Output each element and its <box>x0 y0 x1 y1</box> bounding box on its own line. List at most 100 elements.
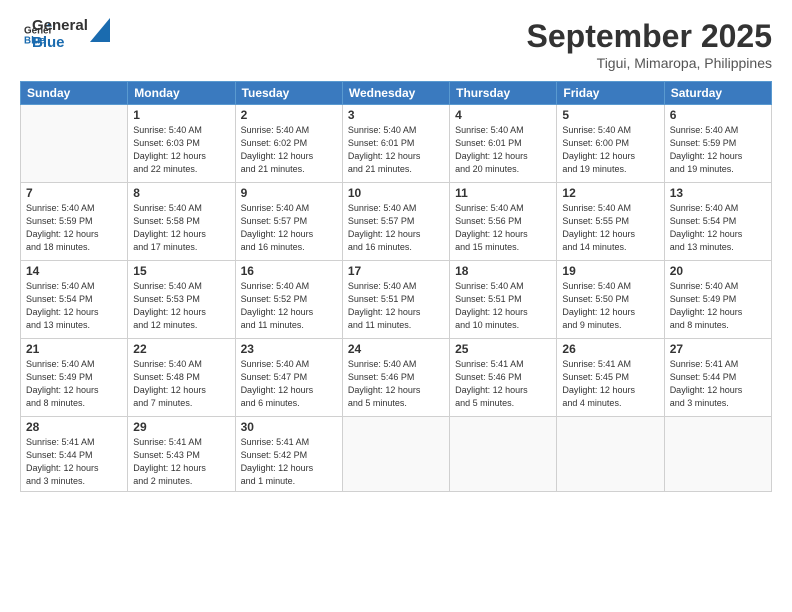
day-info: Sunrise: 5:40 AM Sunset: 5:51 PM Dayligh… <box>455 280 551 332</box>
day-number: 28 <box>26 420 122 434</box>
day-info: Sunrise: 5:40 AM Sunset: 5:56 PM Dayligh… <box>455 202 551 254</box>
calendar-cell: 8Sunrise: 5:40 AM Sunset: 5:58 PM Daylig… <box>128 183 235 261</box>
day-info: Sunrise: 5:40 AM Sunset: 5:49 PM Dayligh… <box>26 358 122 410</box>
calendar-cell: 20 Sunrise: 5:40 AM Sunset: 5:49 PM Dayli… <box>664 261 771 339</box>
calendar-cell: 11 Sunrise: 5:40 AM Sunset: 5:56 PM Dayli… <box>450 183 557 261</box>
calendar-cell: 10 Sunrise: 5:40 AM Sunset: 5:57 PM Dayli… <box>342 183 449 261</box>
day-number: 11 <box>455 186 551 200</box>
calendar-cell: 15Sunrise: 5:40 AM Sunset: 5:53 PM Dayli… <box>128 261 235 339</box>
day-info: Sunrise: 5:40 AM Sunset: 5:59 PM Dayligh… <box>670 124 766 176</box>
day-number: 30 <box>241 420 337 434</box>
calendar-week-row: 7 Sunrise: 5:40 AM Sunset: 5:59 PM Daylig… <box>21 183 772 261</box>
calendar-cell: 4Sunrise: 5:40 AM Sunset: 6:01 PM Daylig… <box>450 105 557 183</box>
day-number: 7 <box>26 186 122 200</box>
day-number: 3 <box>348 108 444 122</box>
day-number: 24 <box>348 342 444 356</box>
calendar-cell: 23 Sunrise: 5:40 AM Sunset: 5:47 PM Dayli… <box>235 339 342 417</box>
day-info: Sunrise: 5:41 AM Sunset: 5:44 PM Dayligh… <box>26 436 122 488</box>
day-number: 29 <box>133 420 229 434</box>
calendar-cell: 2 Sunrise: 5:40 AM Sunset: 6:02 PM Daylig… <box>235 105 342 183</box>
calendar-cell: 13Sunrise: 5:40 AM Sunset: 5:54 PM Dayli… <box>664 183 771 261</box>
calendar-cell: 16 Sunrise: 5:40 AM Sunset: 5:52 PM Dayli… <box>235 261 342 339</box>
calendar-table: SundayMondayTuesdayWednesdayThursdayFrid… <box>20 81 772 492</box>
day-number: 23 <box>241 342 337 356</box>
day-info: Sunrise: 5:40 AM Sunset: 6:01 PM Dayligh… <box>348 124 444 176</box>
day-number: 19 <box>562 264 658 278</box>
day-number: 22 <box>133 342 229 356</box>
calendar-cell: 18 Sunrise: 5:40 AM Sunset: 5:51 PM Dayli… <box>450 261 557 339</box>
calendar-cell: 14 Sunrise: 5:40 AM Sunset: 5:54 PM Dayli… <box>21 261 128 339</box>
logo: General Blue General Blue <box>20 18 110 51</box>
calendar-cell: 24 Sunrise: 5:40 AM Sunset: 5:46 PM Dayli… <box>342 339 449 417</box>
day-number: 1 <box>133 108 229 122</box>
day-number: 10 <box>348 186 444 200</box>
calendar-cell: 17Sunrise: 5:40 AM Sunset: 5:51 PM Dayli… <box>342 261 449 339</box>
day-number: 20 <box>670 264 766 278</box>
day-number: 14 <box>26 264 122 278</box>
day-number: 16 <box>241 264 337 278</box>
day-info: Sunrise: 5:41 AM Sunset: 5:43 PM Dayligh… <box>133 436 229 488</box>
day-number: 25 <box>455 342 551 356</box>
day-number: 26 <box>562 342 658 356</box>
day-info: Sunrise: 5:40 AM Sunset: 6:02 PM Dayligh… <box>241 124 337 176</box>
logo-general-text: General <box>32 18 88 35</box>
day-info: Sunrise: 5:40 AM Sunset: 5:50 PM Dayligh… <box>562 280 658 332</box>
calendar-week-row: 14 Sunrise: 5:40 AM Sunset: 5:54 PM Dayli… <box>21 261 772 339</box>
calendar-week-row: 28 Sunrise: 5:41 AM Sunset: 5:44 PM Dayli… <box>21 417 772 492</box>
calendar-cell: 1 Sunrise: 5:40 AM Sunset: 6:03 PM Daylig… <box>128 105 235 183</box>
weekday-header: Monday <box>128 82 235 105</box>
day-number: 6 <box>670 108 766 122</box>
day-number: 2 <box>241 108 337 122</box>
weekday-header: Sunday <box>21 82 128 105</box>
day-number: 12 <box>562 186 658 200</box>
calendar-week-row: 21 Sunrise: 5:40 AM Sunset: 5:49 PM Dayli… <box>21 339 772 417</box>
weekday-header: Wednesday <box>342 82 449 105</box>
calendar-cell: 30 Sunrise: 5:41 AM Sunset: 5:42 PM Dayli… <box>235 417 342 492</box>
calendar-cell: 25 Sunrise: 5:41 AM Sunset: 5:46 PM Dayli… <box>450 339 557 417</box>
day-info: Sunrise: 5:41 AM Sunset: 5:42 PM Dayligh… <box>241 436 337 488</box>
day-info: Sunrise: 5:40 AM Sunset: 6:03 PM Dayligh… <box>133 124 229 176</box>
day-info: Sunrise: 5:41 AM Sunset: 5:44 PM Dayligh… <box>670 358 766 410</box>
day-info: Sunrise: 5:40 AM Sunset: 5:55 PM Dayligh… <box>562 202 658 254</box>
day-info: Sunrise: 5:40 AM Sunset: 5:52 PM Dayligh… <box>241 280 337 332</box>
calendar-cell: 19 Sunrise: 5:40 AM Sunset: 5:50 PM Dayli… <box>557 261 664 339</box>
month-title: September 2025 <box>527 18 772 55</box>
header: General Blue General Blue September 2025… <box>20 18 772 71</box>
weekday-header: Saturday <box>664 82 771 105</box>
day-number: 5 <box>562 108 658 122</box>
day-info: Sunrise: 5:40 AM Sunset: 5:59 PM Dayligh… <box>26 202 122 254</box>
calendar-cell <box>21 105 128 183</box>
logo-blue-text: Blue <box>32 35 88 52</box>
calendar-cell: 7 Sunrise: 5:40 AM Sunset: 5:59 PM Daylig… <box>21 183 128 261</box>
calendar-header-row: SundayMondayTuesdayWednesdayThursdayFrid… <box>21 82 772 105</box>
day-number: 9 <box>241 186 337 200</box>
day-number: 18 <box>455 264 551 278</box>
day-info: Sunrise: 5:40 AM Sunset: 5:49 PM Dayligh… <box>670 280 766 332</box>
day-info: Sunrise: 5:40 AM Sunset: 5:54 PM Dayligh… <box>26 280 122 332</box>
calendar-cell <box>664 417 771 492</box>
weekday-header: Friday <box>557 82 664 105</box>
day-info: Sunrise: 5:40 AM Sunset: 5:53 PM Dayligh… <box>133 280 229 332</box>
calendar-cell <box>557 417 664 492</box>
calendar-cell: 9Sunrise: 5:40 AM Sunset: 5:57 PM Daylig… <box>235 183 342 261</box>
location-subtitle: Tigui, Mimaropa, Philippines <box>527 55 772 71</box>
calendar-cell: 27 Sunrise: 5:41 AM Sunset: 5:44 PM Dayli… <box>664 339 771 417</box>
day-number: 21 <box>26 342 122 356</box>
day-number: 27 <box>670 342 766 356</box>
day-info: Sunrise: 5:40 AM Sunset: 5:48 PM Dayligh… <box>133 358 229 410</box>
day-info: Sunrise: 5:40 AM Sunset: 5:46 PM Dayligh… <box>348 358 444 410</box>
day-info: Sunrise: 5:40 AM Sunset: 5:57 PM Dayligh… <box>348 202 444 254</box>
calendar-cell: 28 Sunrise: 5:41 AM Sunset: 5:44 PM Dayli… <box>21 417 128 492</box>
title-block: September 2025 Tigui, Mimaropa, Philippi… <box>527 18 772 71</box>
day-info: Sunrise: 5:40 AM Sunset: 5:58 PM Dayligh… <box>133 202 229 254</box>
calendar-cell: 21 Sunrise: 5:40 AM Sunset: 5:49 PM Dayli… <box>21 339 128 417</box>
weekday-header: Tuesday <box>235 82 342 105</box>
calendar-cell: 3 Sunrise: 5:40 AM Sunset: 6:01 PM Daylig… <box>342 105 449 183</box>
day-info: Sunrise: 5:41 AM Sunset: 5:46 PM Dayligh… <box>455 358 551 410</box>
day-info: Sunrise: 5:40 AM Sunset: 6:01 PM Dayligh… <box>455 124 551 176</box>
day-info: Sunrise: 5:40 AM Sunset: 6:00 PM Dayligh… <box>562 124 658 176</box>
day-info: Sunrise: 5:40 AM Sunset: 5:47 PM Dayligh… <box>241 358 337 410</box>
calendar-week-row: 1 Sunrise: 5:40 AM Sunset: 6:03 PM Daylig… <box>21 105 772 183</box>
calendar-cell: 5 Sunrise: 5:40 AM Sunset: 6:00 PM Daylig… <box>557 105 664 183</box>
day-number: 17 <box>348 264 444 278</box>
